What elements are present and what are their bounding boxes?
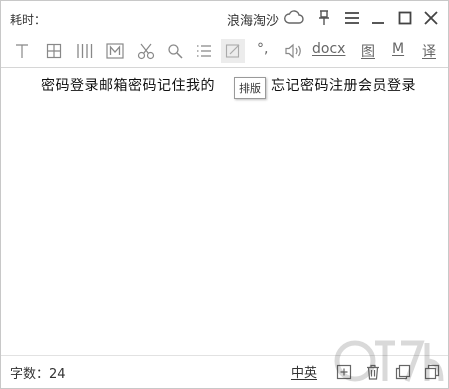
app-window: 耗时： 浪海淘沙 °, docx 图 M 译 密码登录邮箱密码记住我的 忘记密码… xyxy=(0,0,449,389)
watermark-logo xyxy=(331,331,447,388)
toolbar: °, docx 图 M 译 xyxy=(1,37,448,65)
table-icon[interactable] xyxy=(42,39,66,63)
recognized-text-head: 密码登录邮箱密码记住我的 xyxy=(41,78,215,94)
m-box-icon[interactable] xyxy=(103,39,127,63)
search-icon[interactable] xyxy=(163,39,187,63)
cloud-icon[interactable] xyxy=(283,7,305,29)
speaker-icon[interactable] xyxy=(282,39,306,63)
translate-button[interactable]: 译 xyxy=(422,41,436,61)
layout-icon[interactable] xyxy=(221,39,245,63)
maximize-icon[interactable] xyxy=(394,7,416,29)
image-button[interactable]: 图 xyxy=(361,41,375,61)
columns-icon[interactable] xyxy=(73,39,97,63)
docx-button[interactable]: docx xyxy=(312,41,345,57)
elapsed-time-label: 耗时： xyxy=(10,13,47,27)
list-icon[interactable] xyxy=(192,39,216,63)
scissors-icon[interactable] xyxy=(134,39,158,63)
m-button[interactable]: M xyxy=(392,41,404,57)
text-icon[interactable] xyxy=(10,39,34,63)
title-bar: 耗时： 浪海淘沙 xyxy=(1,1,448,35)
recognized-text[interactable]: 密码登录邮箱密码记住我的 忘记密码注册会员登录 xyxy=(41,75,416,95)
menu-icon[interactable] xyxy=(341,7,363,29)
word-count: 字数：24 xyxy=(10,367,66,382)
pin-icon[interactable] xyxy=(313,7,335,29)
tooltip: 排版 xyxy=(234,77,266,99)
recognized-text-tail: 忘记密码注册会员登录 xyxy=(271,78,416,94)
toolbar-divider xyxy=(1,67,448,68)
minimize-icon[interactable] xyxy=(367,7,389,29)
close-icon[interactable] xyxy=(420,7,442,29)
brand-label: 浪海淘沙 xyxy=(227,14,280,29)
language-toggle[interactable]: 中英 xyxy=(291,362,317,381)
degree-button[interactable]: °, xyxy=(257,41,268,57)
